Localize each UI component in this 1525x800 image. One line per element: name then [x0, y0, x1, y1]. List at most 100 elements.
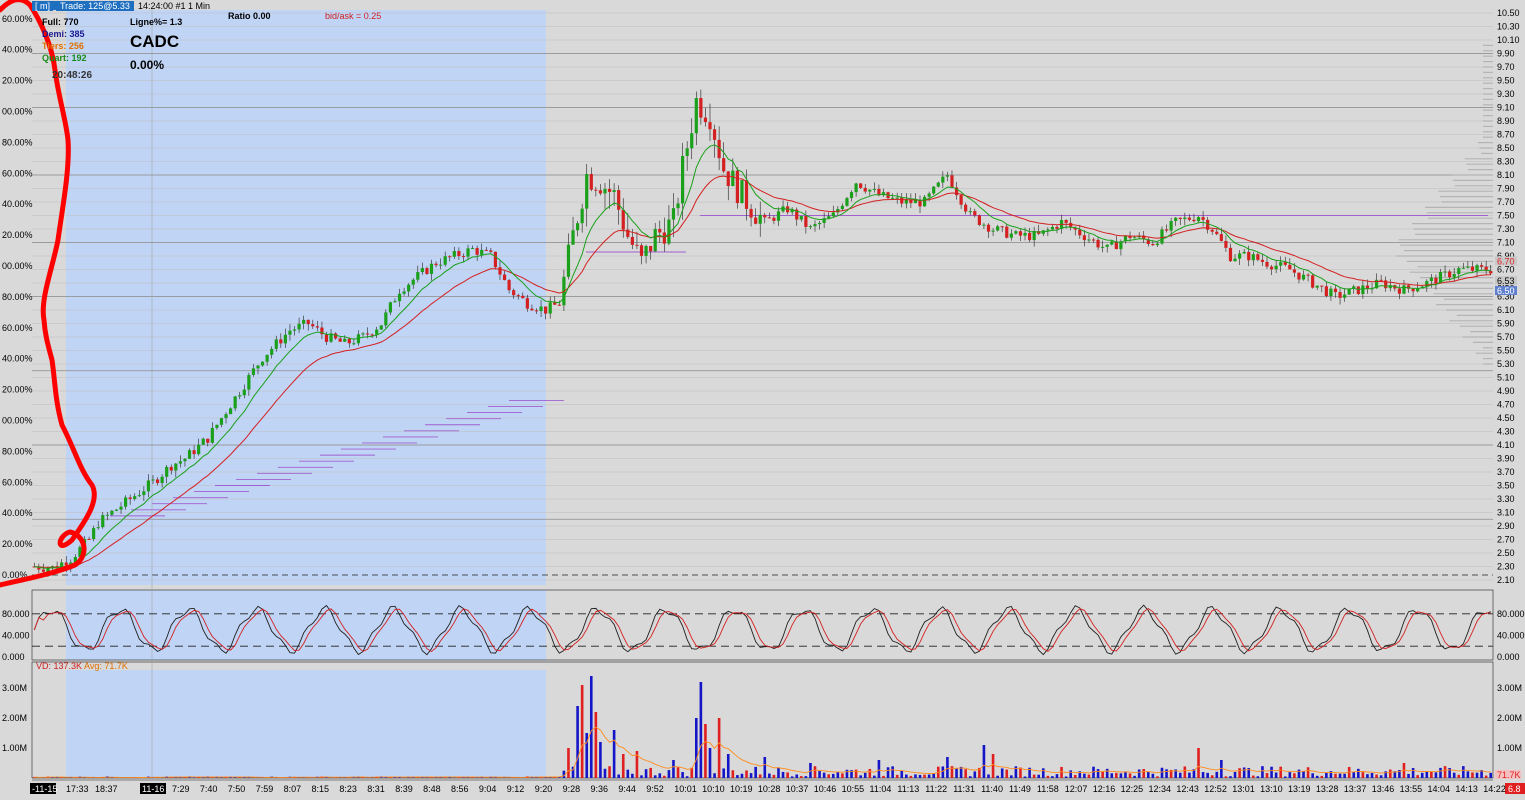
- volume-bar: [1088, 775, 1091, 778]
- volume-bar: [1065, 776, 1068, 778]
- x-axis-tick: 12:43: [1176, 784, 1199, 794]
- volume-bar: [1425, 772, 1428, 778]
- volume-bar: [627, 770, 630, 778]
- right-axis-tick: 8.30: [1497, 157, 1515, 167]
- right-axis-tick: 5.90: [1497, 319, 1515, 329]
- volume-bar: [576, 706, 579, 778]
- x-axis-tick: 10:37: [786, 784, 809, 794]
- volume-bar: [1485, 776, 1488, 778]
- candle-body: [142, 491, 145, 495]
- candle-body: [1434, 278, 1437, 284]
- right-axis-tick: 2.90: [1497, 521, 1515, 531]
- candle-body: [1092, 239, 1095, 240]
- x-axis-tick: 11:13: [897, 784, 919, 794]
- x-axis-tick: 12:25: [1121, 784, 1144, 794]
- x-axis-tick: 8:23: [339, 784, 357, 794]
- volume-bar: [1270, 767, 1273, 778]
- candle-body: [841, 206, 844, 209]
- right-axis-tick: 8.90: [1497, 116, 1515, 126]
- volume-left-tick: 1.00M: [2, 743, 27, 753]
- candle-body: [165, 467, 168, 477]
- candle-body: [224, 414, 227, 418]
- candle-body: [307, 320, 310, 324]
- right-axis-tick: 7.50: [1497, 211, 1515, 221]
- volume-bar: [732, 770, 735, 778]
- header-ratio: Ratio 0.00: [228, 11, 271, 21]
- x-axis-tick: 7:50: [228, 784, 246, 794]
- volume-bar: [1435, 772, 1438, 778]
- volume-bar: [695, 718, 698, 778]
- candle-body: [325, 334, 328, 342]
- candle-body: [1215, 232, 1218, 234]
- left-axis-tick: 80.00%: [2, 292, 33, 302]
- x-axis-tick: 7:59: [256, 784, 274, 794]
- volume-bar: [1001, 768, 1004, 778]
- candle-body: [1224, 241, 1227, 248]
- candle-body: [1338, 292, 1341, 298]
- x-axis-tick: 12:16: [1093, 784, 1116, 794]
- volume-bar: [1101, 772, 1104, 778]
- x-axis-tick: 10:46: [814, 784, 837, 794]
- x-axis-tick: 13:37: [1344, 784, 1367, 794]
- right-axis-tick: 3.50: [1497, 481, 1515, 491]
- candle-body: [261, 362, 264, 366]
- volume-bar: [768, 774, 771, 778]
- right-axis-tick: 2.50: [1497, 548, 1515, 558]
- volume-bar: [430, 777, 433, 778]
- candle-body: [87, 539, 90, 540]
- left-axis-tick: 20.00%: [2, 385, 33, 395]
- candle-body: [594, 190, 597, 191]
- right-axis-tick: 7.10: [1497, 238, 1515, 248]
- candle-body: [1489, 271, 1492, 274]
- x-axis-tick: 8:39: [395, 784, 413, 794]
- right-axis-tick: 4.10: [1497, 440, 1515, 450]
- left-axis-tick: 40.00%: [2, 45, 33, 55]
- candle-body: [727, 171, 730, 186]
- volume-bar: [969, 776, 972, 778]
- volume-bar: [1257, 776, 1260, 778]
- candle-body: [1101, 247, 1104, 248]
- volume-bar: [1197, 748, 1200, 778]
- candle-body: [991, 231, 994, 232]
- candle-body: [585, 174, 588, 209]
- candle-body: [206, 439, 209, 443]
- candle-body: [521, 296, 524, 298]
- candle-body: [763, 215, 766, 217]
- right-axis-tick: 7.70: [1497, 197, 1515, 207]
- x-axis-tick: 9:44: [618, 784, 636, 794]
- candle-body: [731, 171, 734, 186]
- volume-bar: [1416, 775, 1419, 778]
- right-axis-tick: 10.50: [1497, 8, 1520, 18]
- candle-body: [681, 156, 684, 203]
- x-axis-tick: 9:28: [563, 784, 581, 794]
- premarket-shade-volume: [66, 670, 546, 778]
- volume-bar: [1325, 773, 1328, 778]
- volume-bar: [1462, 766, 1465, 778]
- volume-bar: [910, 776, 913, 778]
- candle-body: [151, 479, 154, 480]
- right-axis-tick: 9.90: [1497, 49, 1515, 59]
- volume-bar: [220, 777, 223, 778]
- candle-body: [480, 250, 483, 255]
- candle-body: [1133, 237, 1136, 238]
- candle-body: [1457, 268, 1460, 274]
- candle-body: [982, 225, 985, 226]
- volume-bar: [1389, 770, 1392, 778]
- candle-body: [704, 118, 707, 123]
- candle-body: [256, 366, 259, 369]
- candle-body: [1165, 229, 1168, 230]
- candle-body: [234, 396, 237, 408]
- volume-bar: [658, 773, 661, 778]
- candle-body: [613, 190, 616, 192]
- candle-body: [316, 326, 319, 327]
- volume-bar: [1069, 770, 1072, 778]
- volume-bar: [1129, 773, 1132, 778]
- volume-bar: [1279, 767, 1282, 778]
- left-axis-tick: 20.00%: [2, 539, 33, 549]
- volume-bar: [1211, 775, 1214, 778]
- candle-body: [297, 324, 300, 330]
- x-axis-tick: 12:52: [1204, 784, 1227, 794]
- candle-body: [1398, 289, 1401, 294]
- volume-bar: [1206, 773, 1209, 778]
- candle-body: [293, 329, 296, 330]
